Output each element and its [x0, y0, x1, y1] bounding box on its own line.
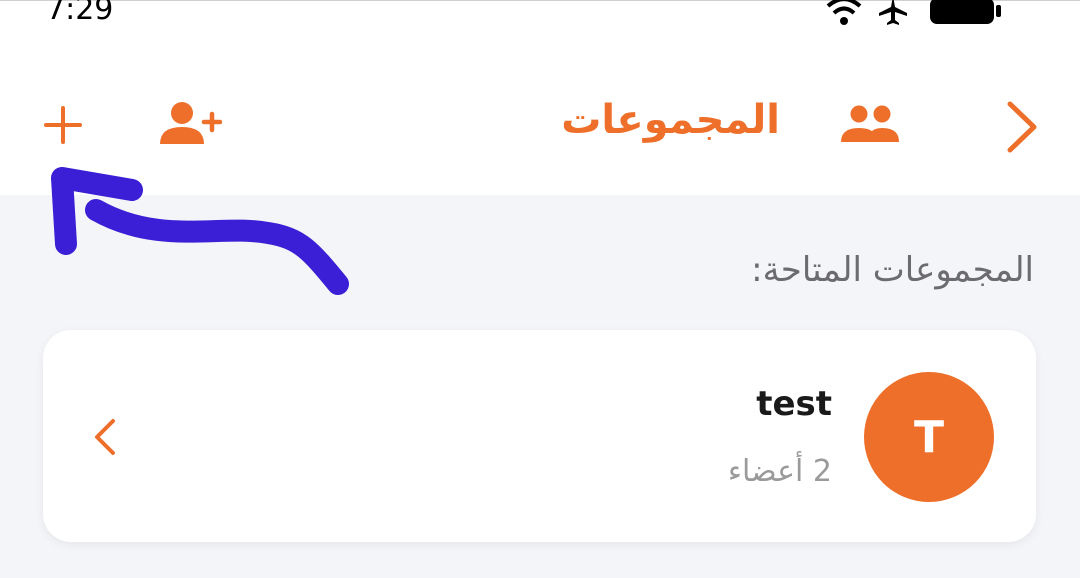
battery-icon	[930, 0, 1001, 24]
group-name: test	[756, 384, 832, 424]
group-card[interactable]: T test 2 أعضاء	[43, 330, 1036, 542]
chevron-left-icon[interactable]	[93, 418, 117, 456]
group-members-count: 2 أعضاء	[727, 454, 832, 489]
status-time: 7:29	[46, 0, 114, 27]
person-add-icon[interactable]	[156, 100, 222, 146]
page-title: المجموعات	[561, 97, 780, 143]
groups-icon	[841, 105, 899, 142]
chevron-right-icon[interactable]	[1004, 100, 1040, 154]
group-avatar: T	[864, 372, 994, 502]
section-label: المجموعات المتاحة:	[751, 250, 1034, 290]
wifi-icon	[826, 0, 862, 25]
groups-content: المجموعات المتاحة: T test 2 أعضاء	[0, 195, 1080, 578]
airplane-icon	[879, 0, 907, 25]
add-icon[interactable]	[42, 104, 84, 146]
status-icons	[826, 0, 1006, 30]
app-screen: 7:29 المجموعات المجموعات المتاحة: T test…	[0, 0, 1080, 578]
status-bar: 7:29	[0, 0, 1080, 30]
app-header: المجموعات	[0, 30, 1080, 195]
